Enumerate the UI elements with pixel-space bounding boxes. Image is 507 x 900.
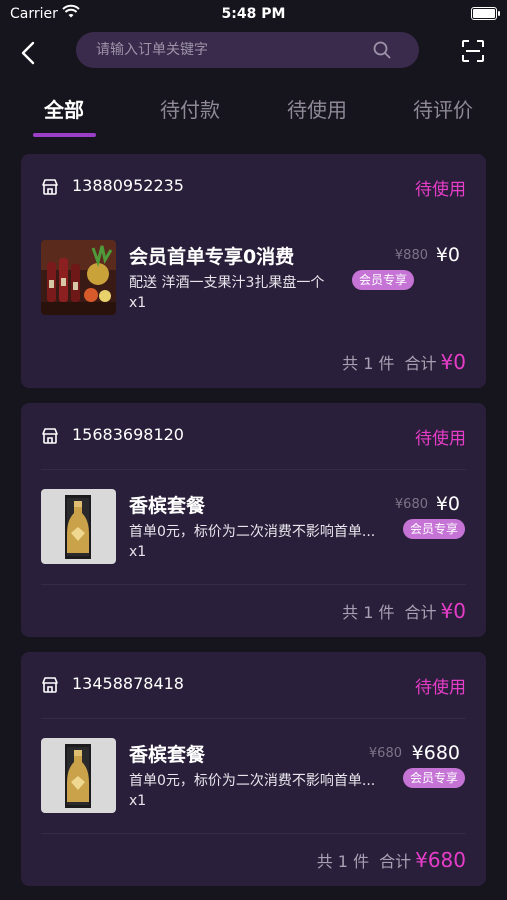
product-name: 香槟套餐 [129,744,206,766]
price: ¥680 [411,742,460,764]
item-count: 共 1 件 [316,852,370,871]
original-price: ¥680 [394,497,428,512]
total-amount: ¥680 [415,848,466,872]
store-icon [42,179,58,195]
order-status: 待使用 [415,678,466,698]
member-tag: 会员专享 [403,768,466,788]
store-icon [42,428,58,444]
order-total: 共 1 件合计 ¥680 [317,848,466,872]
order-card[interactable]: 13458878418 待使用 香槟套餐 ¥680 ¥680 首单0元，标价为二… [21,652,486,886]
order-card-header: 15683698120 待使用 [21,403,486,469]
scan-icon[interactable] [461,39,485,63]
total-label: 合计 [404,603,437,622]
product-description: 首单0元，标价为二次消费不影响首单... [129,524,376,540]
store-phone: 13458878418 [72,674,184,693]
product-image[interactable] [41,240,116,315]
search-input[interactable] [96,32,366,68]
search-bar[interactable] [76,32,419,68]
price: ¥0 [435,493,460,515]
order-total: 共 1 件合计 ¥0 [342,599,466,623]
divider [41,584,466,585]
divider [41,469,466,470]
divider [41,718,466,719]
product-name: 会员首单专享0消费 [129,246,295,268]
back-arrow-icon[interactable] [14,38,44,68]
order-card[interactable]: 13880952235 待使用 会员首单专享0消费 ¥880 ¥0 配送 洋酒一… [21,154,486,388]
member-tag: 会员专享 [403,519,466,539]
tab-indicator [33,133,96,137]
tab-pending-payment[interactable]: 待付款 [130,94,250,123]
battery-icon [471,7,500,20]
tab-all[interactable]: 全部 [4,94,124,123]
divider [41,833,466,834]
order-card[interactable]: 15683698120 待使用 香槟套餐 ¥680 ¥0 首单0元，标价为二次消… [21,403,486,637]
total-label: 合计 [404,354,437,373]
order-card-header: 13458878418 待使用 [21,652,486,718]
total-amount: ¥0 [440,599,466,623]
total-amount: ¥0 [440,350,466,374]
product-description: 配送 洋酒一支果汁3扎果盘一个 [129,275,325,291]
store-phone: 15683698120 [72,425,184,444]
quantity: x1 [129,793,147,809]
tab-pending-review[interactable]: 待评价 [383,94,503,123]
original-price: ¥680 [368,746,402,761]
quantity: x1 [129,544,147,560]
product-image[interactable] [41,738,116,813]
product-image[interactable] [41,489,116,564]
total-label: 合计 [379,852,412,871]
product-name: 香槟套餐 [129,495,206,517]
store-icon [42,677,58,693]
order-status: 待使用 [415,180,466,200]
quantity: x1 [129,295,147,311]
nav-bar [0,28,507,78]
price: ¥0 [435,244,460,266]
store-phone: 13880952235 [72,176,184,195]
order-tabs: 全部 待付款 待使用 待评价 [0,88,507,137]
item-count: 共 1 件 [342,603,395,622]
product-description: 首单0元，标价为二次消费不影响首单... [129,773,376,789]
item-count: 共 1 件 [342,354,395,373]
order-card-header: 13880952235 待使用 [21,154,486,220]
order-total: 共 1 件合计 ¥0 [342,350,466,374]
clock: 5:48 PM [221,6,286,22]
search-icon[interactable] [373,41,391,59]
tab-pending-use[interactable]: 待使用 [257,94,377,123]
original-price: ¥880 [394,248,428,263]
member-tag: 会员专享 [352,270,415,290]
order-status: 待使用 [415,429,466,449]
status-bar: Carrier 5:48 PM [0,0,507,28]
